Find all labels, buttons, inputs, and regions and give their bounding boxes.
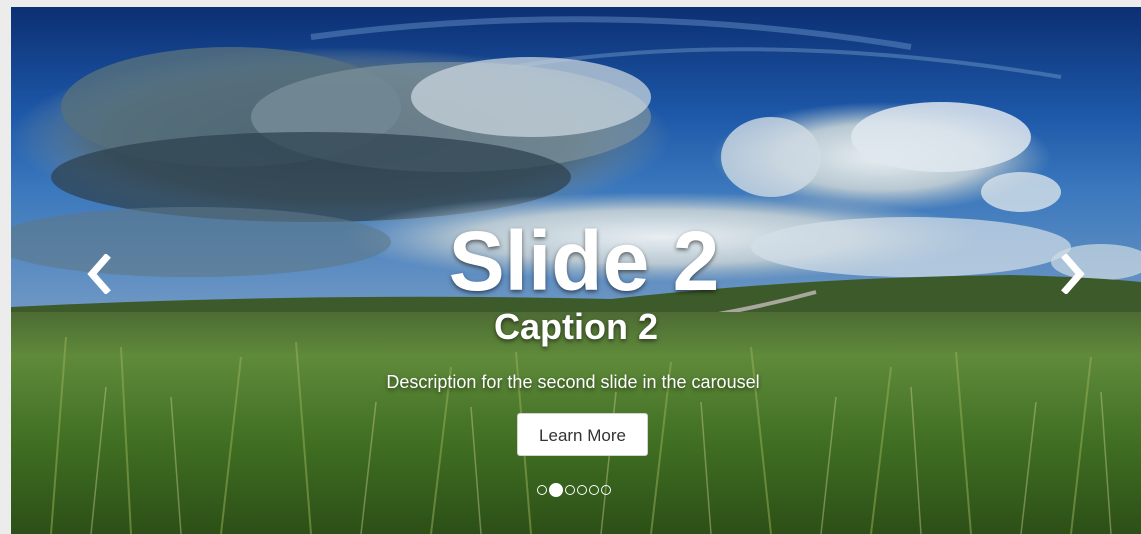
image-carousel: Slide 2 Caption 2 Description for the se… [11,7,1141,534]
indicator-dot-5[interactable] [589,485,599,495]
indicator-dot-2[interactable] [549,483,563,497]
carousel-indicators [536,483,612,497]
slide-caption: Caption 2 [493,306,658,347]
slide-description: Description for the second slide in the … [386,372,760,392]
learn-more-button[interactable]: Learn More [517,413,648,456]
page: Slide 2 Caption 2 Description for the se… [0,0,1141,534]
indicator-dot-4[interactable] [577,485,587,495]
indicator-dot-6[interactable] [601,485,611,495]
indicator-dot-3[interactable] [565,485,575,495]
indicator-dot-1[interactable] [537,485,547,495]
slide-title: Slide 2 [448,214,720,308]
